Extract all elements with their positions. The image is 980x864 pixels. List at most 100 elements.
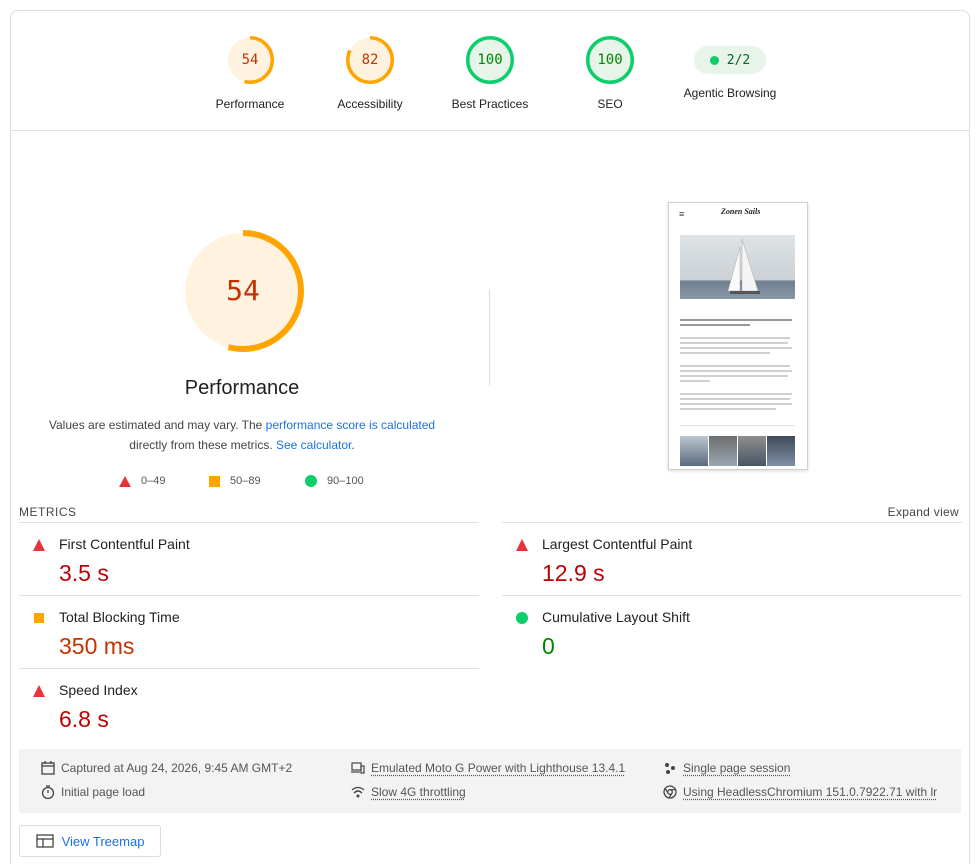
performance-score: 54 [226, 274, 260, 307]
view-treemap-button[interactable]: View Treemap [19, 825, 161, 857]
text-line [680, 370, 792, 372]
gallery-image [709, 436, 737, 466]
gauge-score: 100 [477, 52, 503, 68]
legend-average: 50–89 [209, 475, 261, 487]
performance-title: Performance [184, 377, 300, 399]
metric-value: 12.9 s [542, 560, 605, 586]
text-line [680, 375, 788, 377]
performance-gauge: 54 [181, 229, 305, 353]
metric-si: Speed Index 6.8 s [19, 668, 479, 741]
view-treemap-label: View Treemap [61, 833, 145, 849]
text-line [680, 342, 788, 344]
info-throttling[interactable]: Slow 4G throttling [351, 785, 466, 799]
metric-value: 0 [542, 633, 555, 659]
agentic-pill: 2/2 [694, 46, 766, 74]
info-captured-text: Captured at Aug 24, 2026, 9:45 AM GMT+2 [61, 761, 293, 775]
sail-shape [727, 238, 760, 294]
gauge-label: Performance [215, 97, 285, 111]
score-calculated-link[interactable]: performance score is calculated [266, 418, 435, 432]
metric-name: Cumulative Layout Shift [542, 609, 690, 625]
runtime-settings: Captured at Aug 24, 2026, 9:45 AM GMT+2 … [19, 749, 961, 813]
text-line [680, 352, 770, 354]
metric-value: 350 ms [59, 633, 135, 659]
desc-text: directly from these metrics. [129, 438, 276, 452]
text-line [680, 403, 792, 405]
fail-triangle-icon [33, 539, 45, 551]
metrics-header: METRICS [19, 505, 77, 519]
text-line [680, 324, 750, 326]
legend-pass-label: 90–100 [327, 475, 364, 487]
info-browser[interactable]: Using HeadlessChromium 151.0.7922.71 wit… [663, 785, 937, 799]
sailboat-image [680, 235, 795, 299]
info-emulated-text: Emulated Moto G Power with Lighthouse 13… [371, 761, 626, 775]
gauge-performance[interactable]: 54 Performance [195, 35, 305, 111]
gauge-label: SEO [597, 97, 623, 111]
metric-name: Speed Index [59, 682, 138, 698]
average-square-icon [209, 475, 220, 487]
text-line [680, 347, 792, 349]
calendar-icon [41, 761, 55, 775]
score-legend: 0–49 50–89 90–100 [119, 475, 419, 491]
legend-fail: 0–49 [119, 475, 165, 487]
text-line [680, 408, 776, 410]
pass-dot-icon [709, 55, 719, 65]
pass-circle-icon [516, 612, 528, 624]
metric-name: Total Blocking Time [59, 609, 180, 625]
metric-lcp: Largest Contentful Paint 12.9 s [502, 522, 962, 595]
metric-tbt: Total Blocking Time 350 ms [19, 595, 479, 668]
info-emulated-device[interactable]: Emulated Moto G Power with Lighthouse 13… [351, 761, 625, 775]
average-square-icon [34, 613, 44, 623]
see-calculator-link[interactable]: See calculator [276, 438, 351, 452]
gallery-image [767, 436, 795, 466]
fail-triangle-icon [516, 539, 528, 551]
metric-value: 3.5 s [59, 560, 109, 586]
info-captured: Captured at Aug 24, 2026, 9:45 AM GMT+2 [41, 761, 292, 775]
stopwatch-icon [41, 785, 55, 799]
gauge-label: Agentic Browsing [683, 86, 777, 100]
gallery-image [738, 436, 766, 466]
expand-view-toggle[interactable]: Expand view [888, 505, 959, 519]
vertical-divider [489, 289, 490, 385]
info-session[interactable]: Single page session [663, 761, 790, 775]
gauge-label: Accessibility [337, 97, 403, 111]
treemap-icon [35, 834, 54, 848]
text-line [680, 393, 792, 395]
final-screenshot[interactable]: ≡ Zonen Sails [668, 202, 808, 470]
text-line [680, 398, 790, 400]
gauge-agentic-browsing[interactable]: 2/2 Agentic Browsing [675, 35, 785, 100]
info-initial-load: Initial page load [41, 785, 145, 799]
category-gauges: 54 Performance 82 Accessibility 100 Best… [11, 11, 969, 131]
fail-triangle-icon [33, 685, 45, 697]
gauge-seo[interactable]: 100 SEO [555, 35, 665, 111]
gauge-label: Best Practices [451, 97, 529, 111]
text-line [680, 365, 790, 367]
agentic-score: 2/2 [726, 52, 751, 68]
text-line [680, 380, 710, 382]
metric-name: First Contentful Paint [59, 536, 190, 552]
hamburger-icon: ≡ [679, 209, 685, 219]
desc-text: Values are estimated and may vary. The [48, 418, 266, 432]
metric-value: 6.8 s [59, 706, 109, 732]
gauge-score: 100 [597, 52, 623, 68]
session-icon [665, 763, 675, 774]
desc-text: . [351, 438, 355, 452]
legend-average-label: 50–89 [230, 475, 261, 487]
gauge-accessibility[interactable]: 82 Accessibility [315, 35, 425, 111]
pass-circle-icon [305, 475, 317, 487]
gauge-best-practices[interactable]: 100 Best Practices [435, 35, 545, 111]
legend-pass: 90–100 [305, 475, 364, 487]
gauge-score: 54 [241, 52, 259, 68]
info-initial-text: Initial page load [61, 785, 146, 799]
gallery-image [680, 436, 708, 466]
info-browser-text: Using HeadlessChromium 151.0.7922.71 wit… [683, 785, 938, 799]
performance-description: Values are estimated and may vary. The p… [41, 415, 443, 455]
metric-fcp: First Contentful Paint 3.5 s [19, 522, 479, 595]
report-card: 54 Performance 82 Accessibility 100 Best… [10, 10, 970, 864]
metric-cls: Cumulative Layout Shift 0 [502, 595, 962, 668]
gauge-score: 82 [361, 52, 379, 68]
legend-fail-label: 0–49 [141, 475, 166, 487]
thumb-divider [680, 425, 795, 426]
metric-name: Largest Contentful Paint [542, 536, 693, 552]
devices-icon [351, 762, 365, 774]
chrome-icon [663, 785, 677, 799]
